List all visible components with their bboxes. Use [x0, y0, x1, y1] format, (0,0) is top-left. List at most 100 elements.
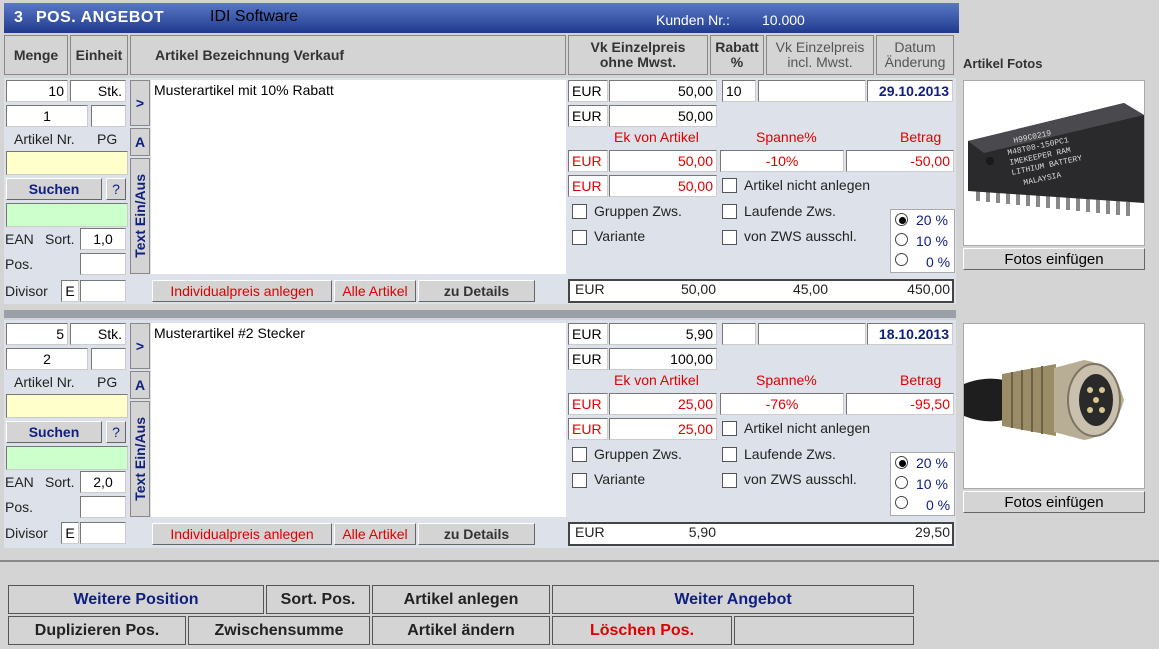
pos1-ek2-input[interactable]: 50,00: [609, 175, 717, 197]
pos2-zu-details-button[interactable]: zu Details: [418, 523, 535, 545]
kunden-nr: 10.000: [762, 12, 805, 28]
pos1-posnr-input[interactable]: 1: [6, 105, 88, 127]
pos2-pg-box[interactable]: [91, 348, 126, 370]
pos2-laufende-label: Laufende Zws.: [744, 446, 836, 462]
pos2-individualpreis-button[interactable]: Individualpreis anlegen: [152, 523, 332, 545]
pos1-text-toggle-tab[interactable]: Text Ein/Aus: [130, 158, 150, 274]
pos2-artikelnr-input[interactable]: [6, 394, 128, 418]
pos2-vk-incl-input[interactable]: [758, 323, 866, 345]
pos1-gruppen-label: Gruppen Zws.: [594, 203, 682, 219]
pos1-vk-incl-input[interactable]: [758, 80, 866, 102]
pos2-vat-10-radio[interactable]: [895, 476, 908, 489]
pos2-bezeichnung-textarea[interactable]: Musterartikel #2 Stecker: [151, 323, 566, 517]
pos2-ek-input[interactable]: 25,00: [609, 393, 717, 415]
pos1-pos-input[interactable]: [80, 253, 126, 275]
pos2-expand-tab[interactable]: >: [130, 323, 150, 369]
col-rabatt-line1: Rabatt: [715, 39, 759, 55]
pos1-rabatt-input[interactable]: 10: [722, 80, 756, 102]
pos1-variante-checkbox[interactable]: [572, 230, 587, 245]
pos2-vat-20-radio[interactable]: [895, 456, 908, 469]
pos2-pos-input[interactable]: [80, 496, 126, 518]
pos2-divisor-input[interactable]: E: [61, 522, 79, 544]
col-vk-incl-line2: incl. Mwst.: [787, 54, 853, 70]
pos1-pg-label: PG: [97, 131, 118, 147]
pos1-laufende-checkbox[interactable]: [722, 204, 737, 219]
pos2-vat-0-radio[interactable]: [895, 496, 908, 509]
artikel-anlegen-button[interactable]: Artikel anlegen: [372, 585, 550, 614]
pos1-suchen-button[interactable]: Suchen: [6, 178, 102, 200]
pos2-ean-label: EAN: [5, 474, 34, 490]
pos1-gruppen-checkbox[interactable]: [572, 204, 587, 219]
pos1-vk-input[interactable]: 50,00: [609, 80, 717, 102]
pos2-alle-artikel-button[interactable]: Alle Artikel: [334, 523, 416, 545]
col-rabatt: Rabatt %: [710, 35, 764, 75]
loeschen-pos-button[interactable]: Löschen Pos.: [552, 616, 732, 645]
pos1-ek-input[interactable]: 50,00: [609, 150, 717, 172]
zwischensumme-button[interactable]: Zwischensumme: [188, 616, 370, 645]
weiter-angebot-button[interactable]: Weiter Angebot: [552, 585, 914, 614]
col-fotos: Artikel Fotos: [963, 56, 1043, 71]
pos1-expand-tab[interactable]: >: [130, 80, 150, 126]
pos2-currency-2: EUR: [568, 348, 608, 370]
duplizieren-pos-button[interactable]: Duplizieren Pos.: [8, 616, 186, 645]
pos1-divisor-extra[interactable]: [80, 280, 126, 302]
pos2-ean-input[interactable]: [6, 446, 128, 470]
pos2-variante-label: Variante: [594, 471, 646, 487]
pos2-text-toggle-tab[interactable]: Text Ein/Aus: [130, 401, 150, 517]
pos2-rabatt-input[interactable]: [722, 323, 756, 345]
pos2-laufende-checkbox[interactable]: [722, 447, 737, 462]
pos1-sum-total: 450,00: [907, 281, 950, 297]
pos1-vat-0-radio[interactable]: [895, 253, 908, 266]
pos2-artikelnr-label: Artikel Nr.: [14, 374, 75, 390]
pos1-ek-currency: EUR: [568, 150, 608, 172]
pos1-betrag-label: Betrag: [900, 129, 942, 145]
pos1-von-zws-checkbox[interactable]: [722, 230, 737, 245]
pos1-vat-20-radio[interactable]: [895, 213, 908, 226]
pos2-variante-checkbox[interactable]: [572, 473, 587, 488]
pos2-suchen-button[interactable]: Suchen: [6, 421, 102, 443]
pos1-zu-details-button[interactable]: zu Details: [418, 280, 535, 302]
pos2-betrag-label: Betrag: [900, 372, 942, 388]
pos1-menge-input[interactable]: 10: [6, 80, 68, 102]
pos1-artikelnr-input[interactable]: [6, 151, 128, 175]
pos2-posnr-input[interactable]: 2: [6, 348, 88, 370]
pos1-a-tab[interactable]: A: [130, 128, 150, 156]
weitere-position-button[interactable]: Weitere Position: [8, 585, 264, 614]
pos2-divisor-extra[interactable]: [80, 522, 126, 544]
pos2-sort-input[interactable]: 2,0: [80, 471, 126, 493]
pos1-divisor-input[interactable]: E: [61, 280, 79, 302]
col-datum-line2: Änderung: [884, 54, 946, 70]
pos1-einheit-input[interactable]: Stk.: [70, 80, 126, 102]
pos2-ek2-input[interactable]: 25,00: [609, 418, 717, 440]
pos1-sum-price: 50,00: [680, 281, 716, 297]
pos1-individualpreis-button[interactable]: Individualpreis anlegen: [152, 280, 332, 302]
sort-pos-button[interactable]: Sort. Pos.: [266, 585, 370, 614]
pos1-pos-label: Pos.: [5, 256, 34, 272]
pos1-vat-10-radio[interactable]: [895, 233, 908, 246]
pos2-help-button[interactable]: ?: [106, 421, 126, 443]
pos1-help-button[interactable]: ?: [106, 178, 126, 200]
empty-toolbar-button[interactable]: [734, 616, 914, 645]
pos2-vk-input[interactable]: 5,90: [609, 323, 717, 345]
pos2-vk2-input[interactable]: 100,00: [609, 348, 717, 370]
pos1-ean-input[interactable]: [6, 203, 128, 227]
pos2-von-zws-checkbox[interactable]: [722, 473, 737, 488]
pos2-nicht-anlegen-checkbox[interactable]: [722, 421, 737, 436]
pos1-vk2-input[interactable]: 50,00: [609, 105, 717, 127]
pos2-sum-price: 5,90: [688, 524, 716, 540]
pos2-menge-input[interactable]: 5: [6, 323, 68, 345]
pos2-gruppen-checkbox[interactable]: [572, 447, 587, 462]
pos2-einheit-input[interactable]: Stk.: [70, 323, 126, 345]
pos1-nicht-anlegen-checkbox[interactable]: [722, 178, 737, 193]
pos2-fotos-button[interactable]: Fotos einfügen: [963, 491, 1145, 513]
pos1-fotos-button[interactable]: Fotos einfügen: [963, 248, 1145, 270]
pos1-sort-input[interactable]: 1,0: [80, 228, 126, 250]
pos1-bezeichnung-textarea[interactable]: Musterartikel mit 10% Rabatt: [151, 80, 566, 274]
pos1-pg-box[interactable]: [91, 105, 126, 127]
col-vk-ohne-line1: Vk Einzelpreis: [590, 39, 686, 55]
pos1-alle-artikel-button[interactable]: Alle Artikel: [334, 280, 416, 302]
pos2-a-tab[interactable]: A: [130, 371, 150, 399]
artikel-aendern-button[interactable]: Artikel ändern: [372, 616, 550, 645]
pos1-sort-label: Sort.: [45, 231, 75, 247]
pos1-vat-0-label: 0 %: [926, 254, 951, 270]
